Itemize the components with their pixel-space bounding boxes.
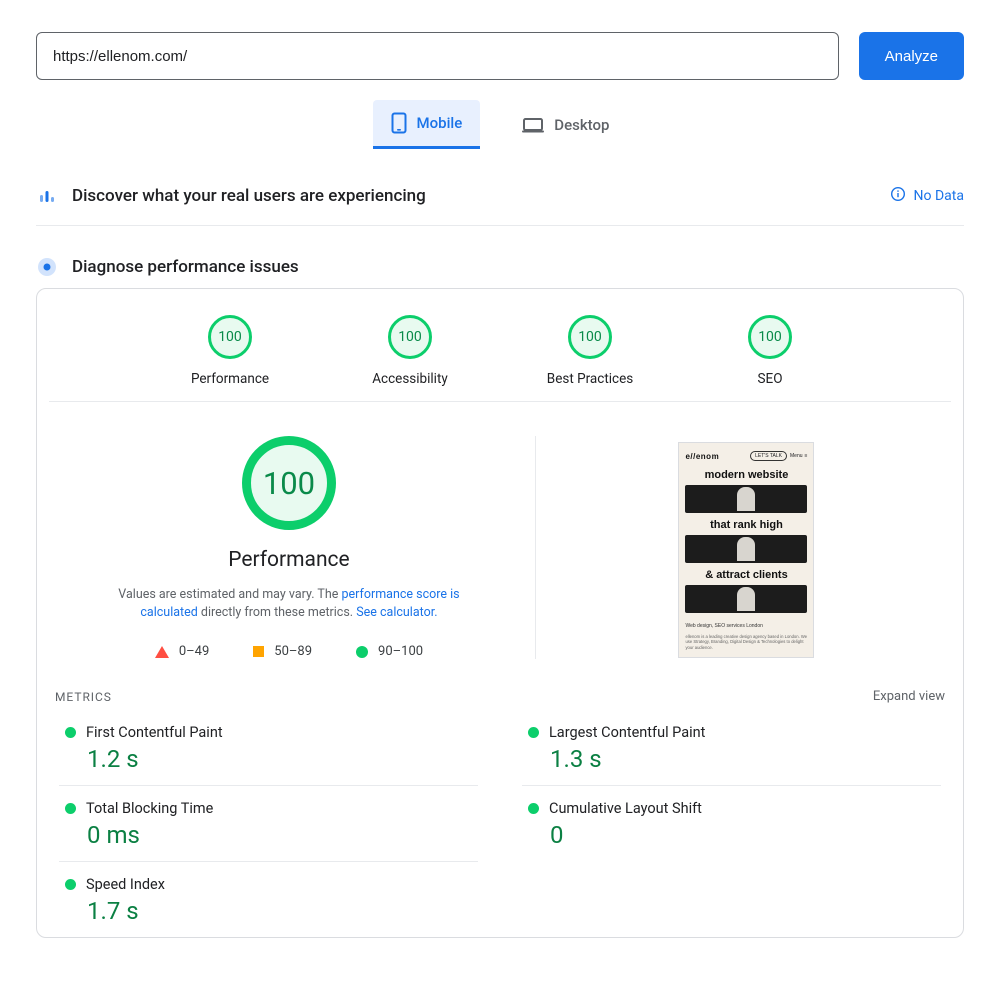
preview-body-text: ellenom is a leading creative design age… xyxy=(685,634,807,652)
gauge-label: SEO xyxy=(758,371,783,387)
score-legend: 0–49 50–89 90–100 xyxy=(155,644,423,659)
metric-value: 1.3 s xyxy=(550,745,935,773)
gauge-label: Best Practices xyxy=(547,371,633,387)
preview-heading-1: modern website xyxy=(685,469,807,481)
metrics-grid: First Contentful Paint 1.2 s Largest Con… xyxy=(47,710,953,937)
metric-fcp: First Contentful Paint 1.2 s xyxy=(59,710,478,785)
legend-label: 50–89 xyxy=(274,644,312,659)
info-icon xyxy=(890,186,906,206)
tab-mobile[interactable]: Mobile xyxy=(373,100,481,149)
metric-tbt: Total Blocking Time 0 ms xyxy=(59,785,478,861)
metric-name: Total Blocking Time xyxy=(86,800,213,817)
gauge-score: 100 xyxy=(388,315,432,359)
desc-text: Values are estimated and may vary. The xyxy=(118,587,341,602)
legend-high: 90–100 xyxy=(356,644,423,659)
legend-label: 90–100 xyxy=(378,644,423,659)
gauge-accessibility[interactable]: 100 Accessibility xyxy=(355,315,465,387)
desc-text: directly from these metrics. xyxy=(198,605,356,620)
metric-name: Largest Contentful Paint xyxy=(549,724,705,741)
diagnose-card: 100 Performance 100 Accessibility 100 Be… xyxy=(36,288,964,938)
page-preview: e//enom LET'S TALK Menu ≡ modern website… xyxy=(678,442,814,658)
metric-cls: Cumulative Layout Shift 0 xyxy=(522,785,941,861)
status-dot-icon xyxy=(528,727,539,738)
see-calculator-link[interactable]: See calculator. xyxy=(356,605,437,620)
big-performance-gauge: 100 xyxy=(242,436,336,530)
metric-value: 1.7 s xyxy=(87,897,472,925)
desktop-icon xyxy=(522,117,544,133)
gauge-score: 100 xyxy=(568,315,612,359)
legend-mid: 50–89 xyxy=(253,644,312,659)
metric-name: First Contentful Paint xyxy=(86,724,223,741)
no-data-label: No Data xyxy=(914,188,964,204)
gauge-score: 100 xyxy=(748,315,792,359)
triangle-icon xyxy=(155,646,169,658)
users-icon xyxy=(36,185,58,207)
legend-label: 0–49 xyxy=(179,644,209,659)
metric-name: Cumulative Layout Shift xyxy=(549,800,702,817)
device-tabs: Mobile Desktop xyxy=(36,100,964,149)
metric-value: 1.2 s xyxy=(87,745,472,773)
discover-section-header: Discover what your real users are experi… xyxy=(36,177,964,225)
square-icon xyxy=(253,646,264,657)
metric-value: 0 xyxy=(550,821,935,849)
performance-description: Values are estimated and may vary. The p… xyxy=(89,586,489,622)
mobile-icon xyxy=(391,112,407,134)
diagnose-title: Diagnose performance issues xyxy=(72,257,299,277)
metrics-heading: METRICS xyxy=(55,690,112,704)
performance-summary: 100 Performance Values are estimated and… xyxy=(51,436,536,659)
metric-value: 0 ms xyxy=(87,821,472,849)
no-data-link[interactable]: No Data xyxy=(890,186,964,206)
status-dot-icon xyxy=(65,803,76,814)
tab-mobile-label: Mobile xyxy=(417,114,463,132)
diagnose-icon xyxy=(36,256,58,278)
preview-cta: LET'S TALK xyxy=(750,451,787,461)
section-divider xyxy=(36,225,964,226)
tab-desktop-label: Desktop xyxy=(554,116,609,134)
circle-icon xyxy=(356,646,368,658)
status-dot-icon xyxy=(65,879,76,890)
metric-name: Speed Index xyxy=(86,876,165,893)
status-dot-icon xyxy=(528,803,539,814)
gauge-seo[interactable]: 100 SEO xyxy=(715,315,825,387)
diagnose-section-header: Diagnose performance issues xyxy=(36,248,964,288)
discover-title: Discover what your real users are experi… xyxy=(72,186,426,206)
expand-view-link[interactable]: Expand view xyxy=(873,689,945,704)
preview-heading-3: & attract clients xyxy=(685,569,807,581)
legend-low: 0–49 xyxy=(155,644,209,659)
status-dot-icon xyxy=(65,727,76,738)
gauge-label: Accessibility xyxy=(372,371,448,387)
tab-desktop[interactable]: Desktop xyxy=(504,100,627,149)
analyze-button[interactable]: Analyze xyxy=(859,32,964,80)
gauge-label: Performance xyxy=(191,371,269,387)
url-input[interactable] xyxy=(36,32,839,80)
big-performance-label: Performance xyxy=(228,548,349,572)
gauge-best-practices[interactable]: 100 Best Practices xyxy=(535,315,645,387)
metric-lcp: Largest Contentful Paint 1.3 s xyxy=(522,710,941,785)
gauge-performance[interactable]: 100 Performance xyxy=(175,315,285,387)
preview-heading-2: that rank high xyxy=(685,519,807,531)
preview-logo: e//enom xyxy=(685,452,719,461)
metric-si: Speed Index 1.7 s xyxy=(59,861,478,937)
preview-menu: Menu ≡ xyxy=(790,453,807,459)
gauge-score: 100 xyxy=(208,315,252,359)
preview-subheading: Web design, SEO services London xyxy=(685,623,807,630)
score-gauges-row: 100 Performance 100 Accessibility 100 Be… xyxy=(49,311,951,402)
